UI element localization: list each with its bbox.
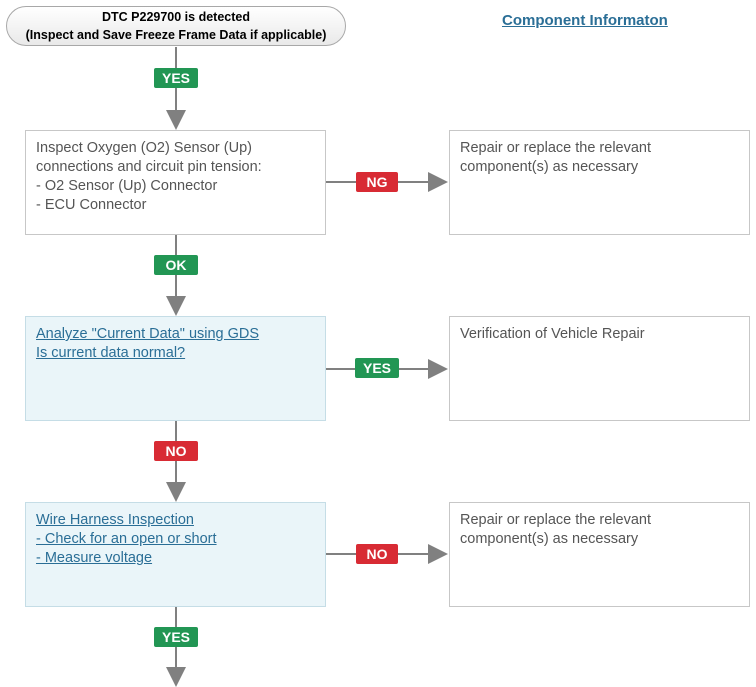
analyze-current-data-link[interactable]: Analyze "Current Data" using GDS [36,325,315,344]
badge-yes: YES [154,68,198,88]
arrow-down-1 [166,110,186,130]
arrow-down-3 [166,482,186,502]
step-1-line: - O2 Sensor (Up) Connector [36,178,218,194]
step-wire-harness-inspection[interactable]: Wire Harness Inspection - Check for an o… [25,502,326,607]
step-1-line: - ECU Connector [36,197,147,213]
step-analyze-current-data[interactable]: Analyze "Current Data" using GDS Is curr… [25,316,326,421]
badge-ng: NG [356,172,398,192]
result-3-line: component(s) as necessary [460,531,639,547]
current-data-normal-link[interactable]: Is current data normal? [36,344,315,363]
start-node: DTC P229700 is detected (Inspect and Sav… [6,6,346,46]
badge-no: NO [154,441,198,461]
step-inspect-o2-sensor: Inspect Oxygen (O2) Sensor (Up) connecti… [25,130,326,235]
step-1-line: connections and circuit pin tension: [36,159,262,175]
badge-no: NO [356,544,398,564]
arrow-right-2 [428,359,448,379]
step-1-line: Inspect Oxygen (O2) Sensor (Up) [36,140,252,156]
wire-harness-inspection-link[interactable]: Wire Harness Inspection [36,511,315,530]
check-open-short-link[interactable]: - Check for an open or short [36,530,315,549]
result-1-line: component(s) as necessary [460,159,639,175]
result-repair-harness: Repair or replace the relevant component… [449,502,750,607]
start-subtitle: (Inspect and Save Freeze Frame Data if a… [25,28,327,42]
result-repair-connectors: Repair or replace the relevant component… [449,130,750,235]
result-1-line: Repair or replace the relevant [460,140,652,156]
arrow-down-4 [166,667,186,687]
arrow-right-1 [428,172,448,192]
result-verification: Verification of Vehicle Repair [449,316,750,421]
arrow-down-2 [166,296,186,316]
start-title: DTC P229700 is detected [102,10,250,24]
arrow-right-3 [428,544,448,564]
result-2-line: Verification of Vehicle Repair [460,326,645,342]
result-3-line: Repair or replace the relevant [460,512,652,528]
badge-yes: YES [154,627,198,647]
component-information-link[interactable]: Component Informaton [502,12,668,29]
measure-voltage-link[interactable]: - Measure voltage [36,549,315,568]
badge-ok: OK [154,255,198,275]
badge-yes: YES [355,358,399,378]
